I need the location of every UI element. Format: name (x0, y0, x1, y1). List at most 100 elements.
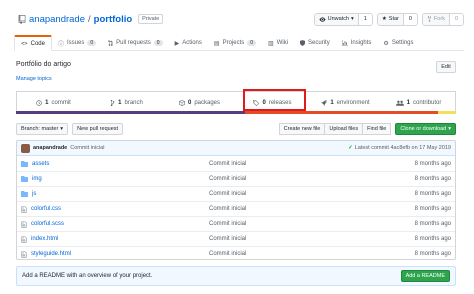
avatar[interactable] (21, 143, 30, 153)
tab-label: Issues (66, 40, 85, 46)
branch-select-button[interactable]: Branch: master ▾ (16, 122, 69, 135)
file-icon (21, 220, 27, 228)
issue-icon: ⓘ (57, 41, 64, 48)
tab-label: Actions (182, 40, 202, 46)
file-name-link[interactable]: js (32, 191, 36, 197)
tab-label: Pull requests (116, 40, 151, 46)
watch-count[interactable]: 1 (358, 13, 372, 25)
tab-code[interactable]: <> Code (14, 35, 52, 51)
package-icon (179, 100, 185, 106)
shield-icon (300, 40, 306, 46)
file-row: img Commit inicial 8 months ago (17, 171, 455, 186)
readme-prompt-text: Add a README with an overview of your pr… (22, 273, 153, 279)
file-name-cell: colorful.css (21, 205, 209, 213)
file-commit-message[interactable]: Commit inicial (209, 236, 415, 242)
check-icon: ✓ (348, 145, 353, 151)
tab-label: Wiki (276, 40, 289, 46)
fork-button-group: Fork 0 (421, 12, 464, 26)
fork-icon (427, 16, 432, 22)
repo-name-link[interactable]: portfolio (94, 14, 133, 25)
commit-author-link[interactable]: anapandrade (33, 145, 67, 151)
caret-down-icon: ▾ (351, 16, 354, 22)
clone-download-button[interactable]: Clone or download ▾ (395, 122, 456, 135)
fork-count[interactable]: 0 (449, 13, 463, 25)
file-name-link[interactable]: img (32, 176, 42, 182)
star-icon: ★ (381, 16, 387, 22)
branch-icon (110, 100, 115, 106)
environments-count: 1 (330, 100, 334, 106)
language-segment (244, 111, 439, 114)
file-commit-message[interactable]: Commit inicial (209, 191, 415, 197)
language-segment (438, 111, 456, 114)
tab-wiki[interactable]: ▥ Wiki (262, 35, 294, 51)
clone-download-label: Clone or download (400, 125, 447, 132)
file-name-cell: js (21, 191, 209, 197)
unwatch-button[interactable]: Unwatch ▾ (314, 13, 359, 25)
history-icon (36, 100, 42, 106)
repo-owner-link[interactable]: anapandrade (29, 14, 85, 25)
add-readme-button[interactable]: Add a README (400, 270, 450, 282)
find-file-button[interactable]: Find file (363, 122, 392, 135)
contributors-count: 1 (406, 100, 410, 106)
tab-issues[interactable]: ⓘ Issues 0 (52, 35, 102, 51)
tab-actions[interactable]: ▶ Actions (169, 35, 208, 51)
book-icon: ▥ (268, 40, 274, 47)
file-age: 8 months ago (414, 206, 451, 212)
file-name-link[interactable]: styleguide.html (31, 251, 71, 257)
commits-label: commit (51, 100, 71, 106)
file-navigation: Branch: master ▾ New pull request Create… (16, 122, 456, 135)
branch-select-label: Branch: master (21, 125, 59, 132)
file-name-link[interactable]: colorful.css (31, 206, 61, 212)
manage-topics-link[interactable]: Manage topics (16, 76, 52, 82)
tab-insights[interactable]: Insights (336, 35, 378, 51)
tab-settings[interactable]: ⚙ Settings (377, 35, 419, 51)
file-commit-message[interactable]: Commit inicial (209, 251, 415, 257)
caret-down-icon: ▾ (60, 125, 64, 132)
latest-commit-info[interactable]: ✓ Latest commit 4ac8efb on 17 May 2019 (348, 145, 451, 151)
file-age: 8 months ago (414, 251, 451, 257)
file-row: index.html Commit inicial 8 months ago (17, 231, 455, 246)
tab-label: Code (30, 40, 45, 47)
file-age: 8 months ago (414, 221, 451, 227)
file-commit-message[interactable]: Commit inicial (209, 161, 415, 167)
repo-header: anapandrade / portfolio Private Unwatch … (18, 9, 464, 29)
packages-label: packages (194, 100, 221, 106)
edit-description-button[interactable]: Edit (436, 61, 456, 73)
tab-pull-requests[interactable]: Pull requests 0 (102, 35, 168, 51)
file-commit-message[interactable]: Commit inicial (209, 206, 415, 212)
tab-security[interactable]: Security (294, 35, 336, 51)
tab-label: Security (308, 40, 330, 46)
folder-icon (21, 191, 28, 197)
project-icon: ▤ (213, 40, 220, 47)
rocket-icon (321, 100, 327, 106)
file-row: assets Commit inicial 8 months ago (17, 156, 455, 171)
file-commit-message[interactable]: Commit inicial (209, 221, 415, 227)
language-bar[interactable] (16, 111, 456, 114)
file-rows: assets Commit inicial 8 months ago img Commi… (17, 156, 455, 261)
file-icon (21, 205, 27, 213)
repo-description: Portfólio do artigo (16, 61, 71, 68)
star-count[interactable]: 0 (403, 13, 417, 25)
tab-projects[interactable]: ▤ Projects 0 (208, 35, 262, 51)
folder-icon (21, 176, 28, 182)
create-new-file-button[interactable]: Create new file (278, 122, 326, 135)
upload-files-button[interactable]: Upload files (325, 122, 364, 135)
commit-message-link[interactable]: Commit inicial (70, 145, 104, 151)
tab-counter: 0 (247, 40, 257, 46)
file-name-link[interactable]: colorful.scss (31, 221, 64, 227)
file-name-link[interactable]: index.html (31, 236, 58, 242)
file-name-link[interactable]: assets (32, 161, 49, 167)
file-row: styleguide.html Commit inicial 8 months ag… (17, 246, 455, 261)
highlight-annotation (243, 89, 306, 111)
star-button[interactable]: ★ Star (377, 13, 404, 25)
file-row: js Commit inicial 8 months ago (17, 186, 455, 201)
file-name-cell: styleguide.html (21, 250, 209, 258)
new-pull-request-button[interactable]: New pull request (72, 122, 124, 135)
environments-label: environment (336, 100, 370, 106)
file-icon (21, 235, 27, 243)
fork-button[interactable]: Fork (422, 13, 450, 25)
branches-count: 1 (118, 100, 122, 106)
file-commit-message[interactable]: Commit inicial (209, 176, 415, 182)
play-icon: ▶ (174, 40, 180, 47)
latest-commit-bar: anapandrade Commit inicial ✓ Latest comm… (17, 141, 455, 156)
